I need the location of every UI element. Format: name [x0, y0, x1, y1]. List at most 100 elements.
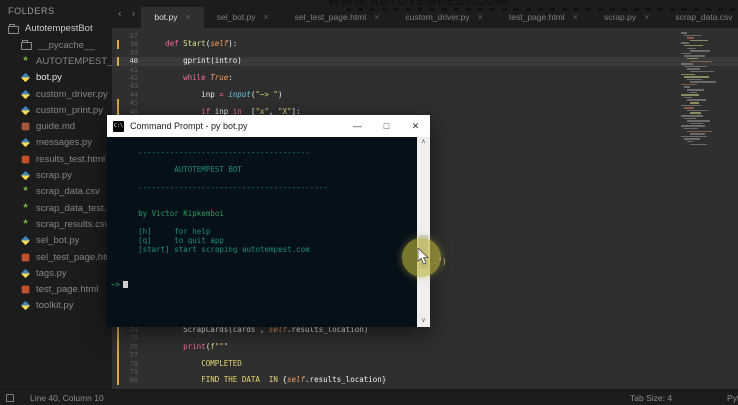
line-number: 37	[129, 32, 138, 40]
sidebar-item-sel_bot.py[interactable]: sel_bot.py	[0, 233, 112, 249]
tab-close-icon[interactable]: ×	[264, 7, 269, 28]
git-modified-mark	[117, 334, 119, 343]
sidebar-item-bot.py[interactable]: bot.py	[0, 70, 112, 86]
sidebar-item-label: bot.py	[36, 72, 62, 84]
py-icon	[20, 105, 31, 115]
code-line-76[interactable]: 76 print(f"""	[112, 341, 738, 352]
git-modified-mark	[117, 40, 119, 49]
terminal-scrollbar[interactable]: ∧ ∨	[417, 137, 430, 327]
git-modified-mark	[117, 99, 119, 108]
terminal-line-15	[111, 272, 430, 281]
minimap-row	[681, 63, 693, 65]
minimap-row	[687, 130, 712, 133]
watermark-faint-line	[346, 8, 735, 11]
vintage-mode-icon	[6, 394, 14, 402]
window-title-bar[interactable]: C:\ Command Prompt - py bot.py — □ ✕	[107, 115, 430, 137]
terminal-line-8: by Victor Kipkemboi	[111, 209, 224, 219]
minimap-row	[690, 112, 701, 114]
sidebar-item-label: sel_bot.py	[36, 235, 80, 247]
sidebar-item-AUTOTEMPEST_SCRAF_DATA.c[interactable]: * AUTOTEMPEST_SCRAF_DATA.c	[0, 53, 112, 69]
sidebar-file-list: __pycache__ * AUTOTEMPEST_SCRAF_DATA.c bot.…	[0, 37, 112, 314]
sidebar-item-toolkit.py[interactable]: toolkit.py	[0, 298, 112, 314]
minimap-row	[690, 143, 707, 146]
sidebar-item-messages.py[interactable]: messages.py	[0, 135, 112, 151]
nav-back-icon[interactable]: ‹	[118, 1, 122, 27]
sidebar-item-label: custom_print.py	[36, 104, 104, 116]
minimap-row	[684, 34, 701, 37]
sidebar-item-results_test.html[interactable]: results_test.html	[0, 151, 112, 167]
git-modified-mark	[117, 57, 119, 66]
sidebar-item-guide.md[interactable]: guide.md	[0, 118, 112, 134]
sidebar-item-custom_driver.py[interactable]: custom_driver.py	[0, 86, 112, 102]
minimap-row	[684, 96, 692, 99]
terminal-line-13	[111, 254, 430, 263]
sidebar-item-scrap_results.csv[interactable]: * scrap_results.csv	[0, 216, 112, 232]
terminal-output[interactable]: -------------------------------------- A…	[107, 137, 430, 327]
html-icon	[21, 253, 30, 261]
sidebar-item-tags.py[interactable]: tags.py	[0, 265, 112, 281]
maximize-button[interactable]: □	[372, 115, 401, 137]
git-modified-mark	[117, 376, 119, 385]
nav-forward-icon[interactable]: ›	[132, 1, 136, 27]
code-line-80[interactable]: 80 FIND THE DATA IN {self.results_locati…	[112, 376, 738, 385]
code-line-40[interactable]: 40 gprint(intro)	[112, 56, 738, 66]
minimap-row	[687, 37, 694, 39]
minimap-row	[681, 135, 707, 138]
status-bar: Line 40, Column 10 Tab Size: 4 Python	[0, 389, 738, 405]
sidebar-item-label: test_page.html	[36, 284, 99, 296]
terminal-line-12: [start] start scraping autotempest.com	[111, 244, 310, 254]
minimap-row	[690, 122, 703, 125]
minimap-row	[687, 57, 698, 60]
code-text: print(f"""	[183, 341, 229, 351]
sidebar-item-label: scrap_results.csv	[36, 218, 110, 230]
scroll-down-icon[interactable]: ∨	[417, 317, 430, 326]
git-modified-mark	[117, 326, 119, 335]
minimap-row	[690, 50, 710, 52]
minimize-button[interactable]: —	[343, 115, 372, 137]
tab-sel_bot.py[interactable]: sel_bot.py ×	[204, 7, 282, 28]
minimap-row	[684, 55, 705, 57]
scrollbar-thumb[interactable]	[419, 235, 428, 269]
syntax-indicator[interactable]: Python	[727, 393, 738, 403]
minimap-row	[687, 140, 693, 143]
app-window: { "watermark": { "text": "WWW.AUTOTEMPES…	[0, 0, 738, 405]
close-button[interactable]: ✕	[401, 115, 430, 137]
tab-size-indicator[interactable]: Tab Size: 4	[630, 393, 672, 403]
csv-icon: *	[23, 54, 28, 67]
minimap-row	[690, 133, 705, 135]
sidebar-item-label: sel_test_page.html	[36, 251, 112, 263]
html-icon	[21, 285, 30, 294]
tab-close-icon[interactable]: ×	[186, 7, 191, 28]
code-line-42[interactable]: 42 while True:	[112, 73, 738, 82]
minimap[interactable]	[681, 32, 716, 152]
code-text: inp = input("~> ")	[201, 89, 283, 99]
tab-history-nav: ‹ ›	[112, 0, 141, 28]
minimap-row	[684, 65, 707, 68]
prompt-symbol: ~>	[111, 279, 121, 289]
sidebar-item-label: scrap_data_test.csv	[36, 202, 112, 214]
code-line-78[interactable]: 78 COMPLETED	[112, 359, 738, 368]
git-modified-mark	[117, 367, 119, 377]
tab-bot.py[interactable]: bot.py ×	[141, 7, 204, 28]
minimap-row	[681, 83, 697, 86]
sidebar-root-folder[interactable]: AutotempestBot	[0, 21, 112, 37]
cursor-position[interactable]: Line 40, Column 10	[30, 393, 104, 403]
terminal-cursor	[123, 280, 129, 288]
html-icon	[21, 155, 30, 164]
code-line-44[interactable]: 44 inp = input("~> ")	[112, 89, 738, 99]
sidebar-item-test_page.html[interactable]: test_page.html	[0, 281, 112, 297]
minimap-row	[684, 107, 694, 109]
sidebar-item-sel_test_page.html[interactable]: sel_test_page.html	[0, 249, 112, 265]
window-title: Command Prompt - py bot.py	[130, 121, 248, 131]
sidebar-item-scrap_data.csv[interactable]: * scrap_data.csv	[0, 184, 112, 200]
code-line-38[interactable]: 38 def Start(self):	[112, 40, 738, 49]
minimap-row	[690, 60, 712, 63]
sidebar-item-custom_print.py[interactable]: custom_print.py	[0, 102, 112, 118]
minimap-row	[684, 127, 698, 130]
scroll-up-icon[interactable]: ∧	[417, 138, 430, 147]
sidebar-item-__pycache__[interactable]: __pycache__	[0, 37, 112, 53]
minimap-row	[681, 52, 691, 55]
sidebar-item-scrap_data_test.csv[interactable]: * scrap_data_test.csv	[0, 200, 112, 216]
code-line-74[interactable]: 74 ScrapCards(cards , self.results_locat…	[112, 325, 738, 335]
sidebar-item-scrap.py[interactable]: scrap.py	[0, 167, 112, 183]
